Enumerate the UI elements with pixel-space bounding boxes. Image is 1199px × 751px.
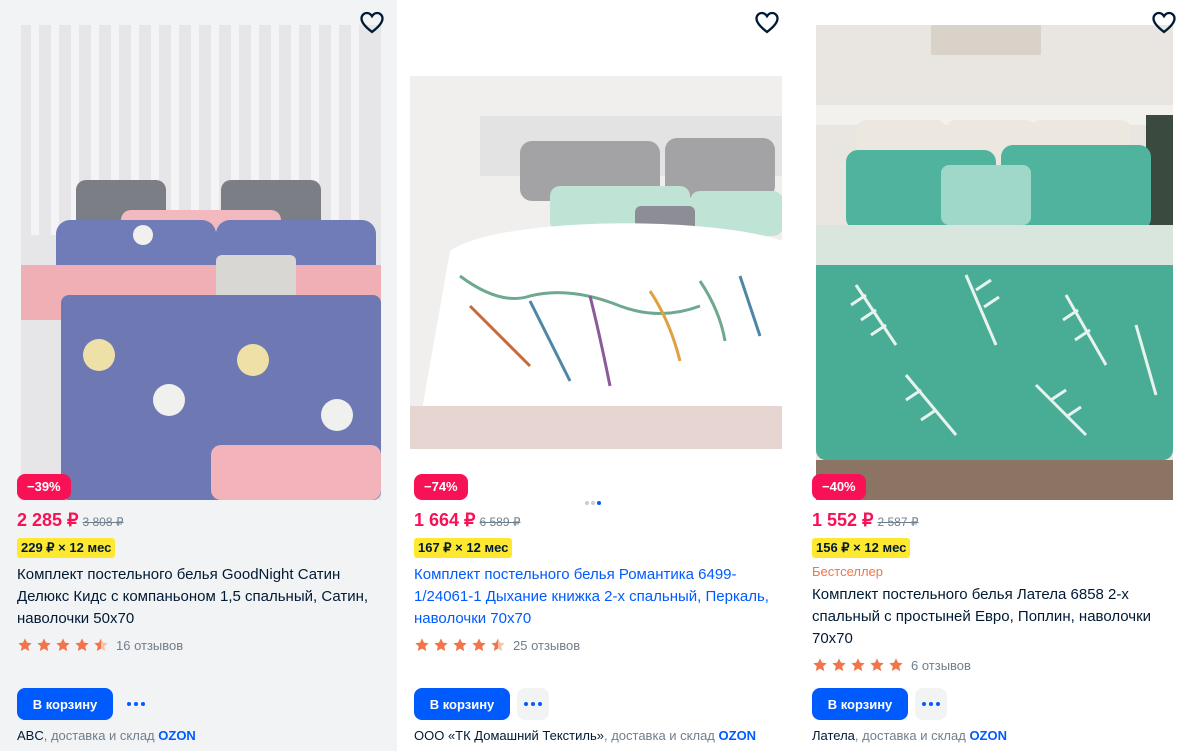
more-options-button[interactable] — [517, 688, 549, 720]
installment-badge: 167 ₽ × 12 мес — [414, 538, 513, 558]
product-title[interactable]: Комплект постельного белья GoodNight Сат… — [17, 564, 379, 630]
price-row: 1 664 ₽ 6 589 ₽ — [414, 510, 521, 531]
reviews-count[interactable]: 16 отзывов — [116, 638, 183, 653]
star-icon — [434, 638, 448, 652]
star-icon — [453, 638, 467, 652]
product-grid: −39% 2 285 ₽ 3 808 ₽ 229 ₽ × 12 мес Комп… — [0, 0, 1199, 751]
ozon-label: OZON — [969, 728, 1007, 743]
rating: 25 отзывов — [414, 637, 580, 653]
price-row: 1 552 ₽ 2 587 ₽ — [812, 510, 919, 531]
reviews-count[interactable]: 25 отзывов — [513, 638, 580, 653]
rating: 16 отзывов — [17, 637, 183, 653]
seller-info: Латела, доставка и склад OZON — [812, 728, 1007, 743]
add-to-cart-button[interactable]: В корзину — [17, 688, 113, 720]
seller-delivery: , доставка и склад — [603, 728, 719, 743]
star-half-icon — [94, 638, 108, 652]
heart-outline-icon[interactable] — [753, 8, 781, 36]
star-icon — [889, 658, 903, 672]
price: 1 552 ₽ — [812, 510, 874, 530]
old-price: 3 808 ₽ — [82, 515, 124, 529]
ozon-label: OZON — [718, 728, 757, 743]
seller-info: ABC, доставка и склад OZON — [17, 728, 196, 743]
star-icon — [56, 638, 70, 652]
product-image[interactable] — [811, 0, 1183, 500]
rating: 6 отзывов — [812, 657, 971, 673]
more-options-button[interactable] — [120, 688, 152, 720]
seller-delivery: , доставка и склад — [43, 728, 159, 743]
star-icon — [832, 658, 846, 672]
old-price: 2 587 ₽ — [877, 515, 919, 529]
add-to-cart-button[interactable]: В корзину — [414, 688, 510, 720]
ozon-label: OZON — [158, 728, 196, 743]
star-icon — [870, 658, 884, 672]
star-icon — [37, 638, 51, 652]
heart-outline-icon[interactable] — [358, 8, 386, 36]
discount-badge: −40% — [812, 474, 866, 500]
price: 1 664 ₽ — [414, 510, 476, 530]
product-title[interactable]: Комплект постельного белья Романтика 649… — [414, 564, 776, 630]
installment-badge: 229 ₽ × 12 мес — [17, 538, 116, 558]
star-icon — [472, 638, 486, 652]
star-icon — [18, 638, 32, 652]
product-image[interactable] — [410, 0, 782, 500]
more-options-button[interactable] — [915, 688, 947, 720]
add-to-cart-button[interactable]: В корзину — [812, 688, 908, 720]
seller-info: ООО «ТК Домашний Текстиль», доставка и с… — [414, 728, 756, 743]
seller-name[interactable]: ООО «ТК Домашний Текстиль» — [414, 728, 604, 743]
product-card[interactable]: −74% 1 664 ₽ 6 589 ₽ 167 ₽ × 12 мес Комп… — [397, 0, 795, 751]
product-title[interactable]: Комплект постельного белья Латела 6858 2… — [812, 584, 1174, 650]
discount-badge: −74% — [414, 474, 468, 500]
star-icon — [813, 658, 827, 672]
star-icon — [851, 658, 865, 672]
star-half-icon — [491, 638, 505, 652]
price: 2 285 ₽ — [17, 510, 79, 530]
reviews-count[interactable]: 6 отзывов — [911, 658, 971, 673]
seller-name[interactable]: ABC — [17, 728, 44, 743]
heart-outline-icon[interactable] — [1150, 8, 1178, 36]
price-row: 2 285 ₽ 3 808 ₽ — [17, 510, 124, 531]
old-price: 6 589 ₽ — [479, 515, 521, 529]
star-icon — [75, 638, 89, 652]
seller-delivery: , доставка и склад — [854, 728, 970, 743]
product-image[interactable] — [16, 0, 388, 500]
product-card[interactable]: −39% 2 285 ₽ 3 808 ₽ 229 ₽ × 12 мес Комп… — [0, 0, 397, 751]
image-pagination-dots[interactable] — [585, 501, 601, 505]
star-icon — [415, 638, 429, 652]
discount-badge: −39% — [17, 474, 71, 500]
bestseller-label: Бестселлер — [812, 564, 883, 579]
installment-badge: 156 ₽ × 12 мес — [812, 538, 911, 558]
product-card[interactable]: −40% 1 552 ₽ 2 587 ₽ 156 ₽ × 12 мес Бест… — [795, 0, 1199, 751]
seller-name[interactable]: Латела — [812, 728, 855, 743]
